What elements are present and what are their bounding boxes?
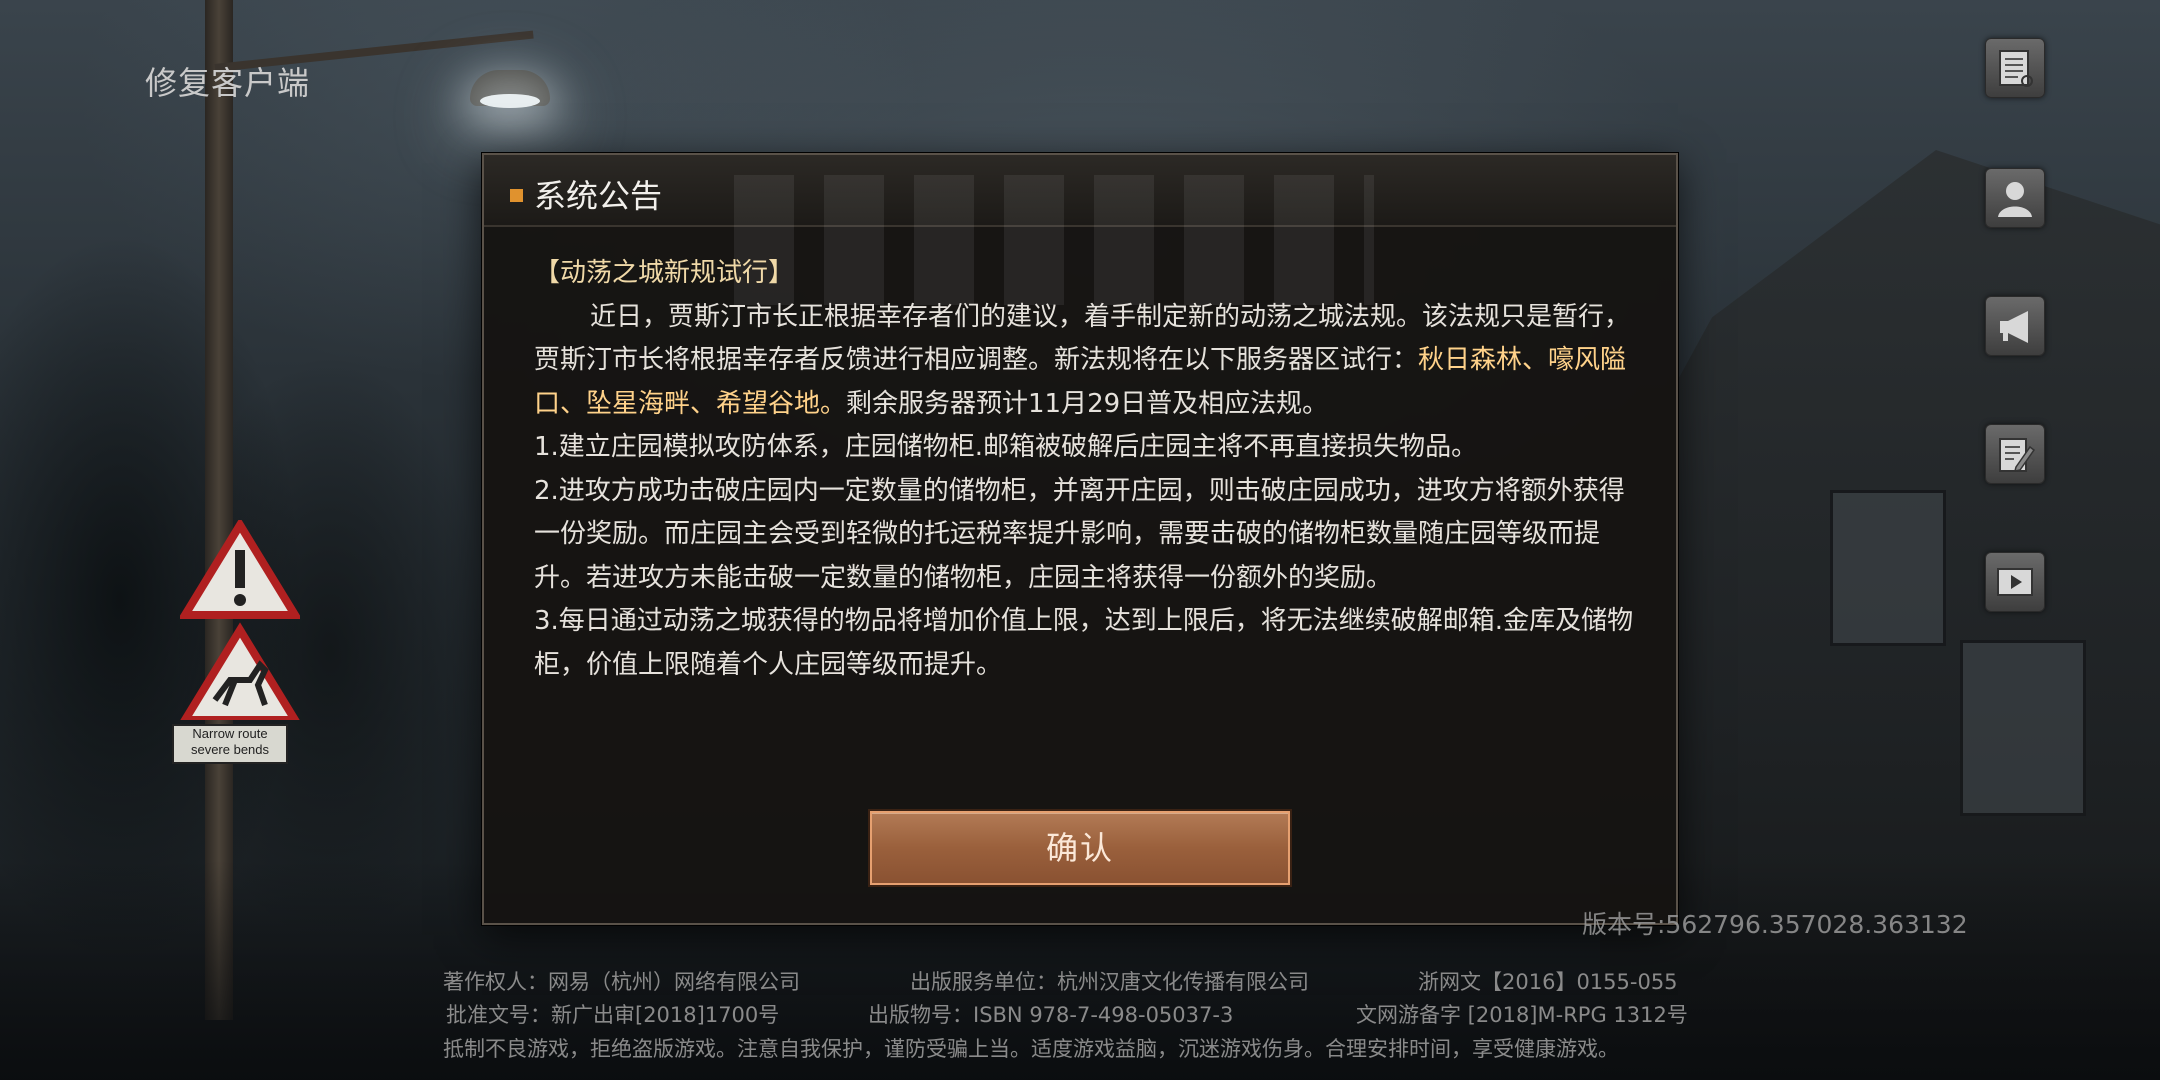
rule-item-3: 3.每日通过动荡之城获得的物品将增加价值上限，达到上限后，将无法继续破解邮箱.金…	[534, 606, 1634, 680]
warning-sign-icon	[180, 520, 300, 720]
version-number: 版本号:562796.357028.363132	[1582, 910, 1968, 939]
rule-item-1: 1.建立庄园模拟攻防体系，庄园储物柜.邮箱被破解后庄园主将不再直接损失物品。	[534, 432, 1478, 462]
edit-notes-icon	[1999, 438, 2036, 472]
road-sign-plate: Narrow route severe bends	[172, 724, 288, 764]
user-icon	[1998, 182, 2032, 217]
repair-client-button[interactable]: 修复客户端	[145, 58, 310, 104]
game-record-number: 文网游备字 [2018]M-RPG 1312号	[1356, 1003, 1688, 1027]
approval-number: 批准文号：新广出审[2018]1700号	[446, 1003, 780, 1027]
rule-item-2: 2.进攻方成功击破庄园内一定数量的储物柜，并离开庄园，则击破庄园成功，进攻方将额…	[534, 475, 1625, 593]
announcement-content: 【动荡之城新规试行】 近日，贾斯汀市长正根据幸存者们的建议，着手制定新的动荡之城…	[534, 252, 1644, 687]
health-gaming-notice: 抵制不良游戏，拒绝盗版游戏。注意自我保护，谨防受骗上当。适度游戏益脑，沉迷游戏伤…	[443, 1037, 1619, 1061]
intro-text-end: 剩余服务器预计11月29日普及相应法规。	[846, 388, 1329, 419]
sign-text-line2: severe bends	[190, 742, 270, 757]
isbn-number: 出版物号：ISBN 978-7-498-05037-3	[868, 1003, 1234, 1027]
notice-board-button[interactable]	[1985, 38, 2045, 98]
confirm-button[interactable]: 确认	[870, 811, 1290, 885]
house-window	[1960, 640, 2086, 816]
copyright-owner: 著作权人：网易（杭州）网络有限公司	[443, 970, 800, 994]
survey-button[interactable]	[1985, 424, 2045, 484]
publisher-info: 出版服务单位：杭州汉唐文化传播有限公司	[910, 970, 1309, 994]
sign-text-line1: Narrow route	[192, 726, 268, 741]
profile-button[interactable]	[1985, 168, 2045, 228]
video-button[interactable]	[1985, 552, 2045, 612]
notice-board-icon	[1999, 50, 2033, 87]
announcement-intro: 近日，贾斯汀市长正根据幸存者们的建议，着手制定新的动荡之城法规。该法规只是暂行，…	[534, 296, 1644, 427]
title-marker-icon	[510, 189, 523, 202]
dialog-title: 系统公告	[534, 177, 663, 215]
zhewangwen-license: 浙网文【2016】0155-055	[1418, 970, 1678, 994]
house-window	[1830, 490, 1946, 646]
video-play-icon	[1997, 568, 2033, 596]
megaphone-icon	[2000, 311, 2028, 343]
lamp-glow	[480, 94, 540, 108]
announcement-button[interactable]	[1985, 296, 2045, 356]
system-announcement-dialog: 系统公告 【动荡之城新规试行】 近日，贾斯汀市长正根据幸存者们的建议，着手制定新…	[482, 153, 1678, 925]
announcement-subtitle: 【动荡之城新规试行】	[534, 258, 795, 288]
